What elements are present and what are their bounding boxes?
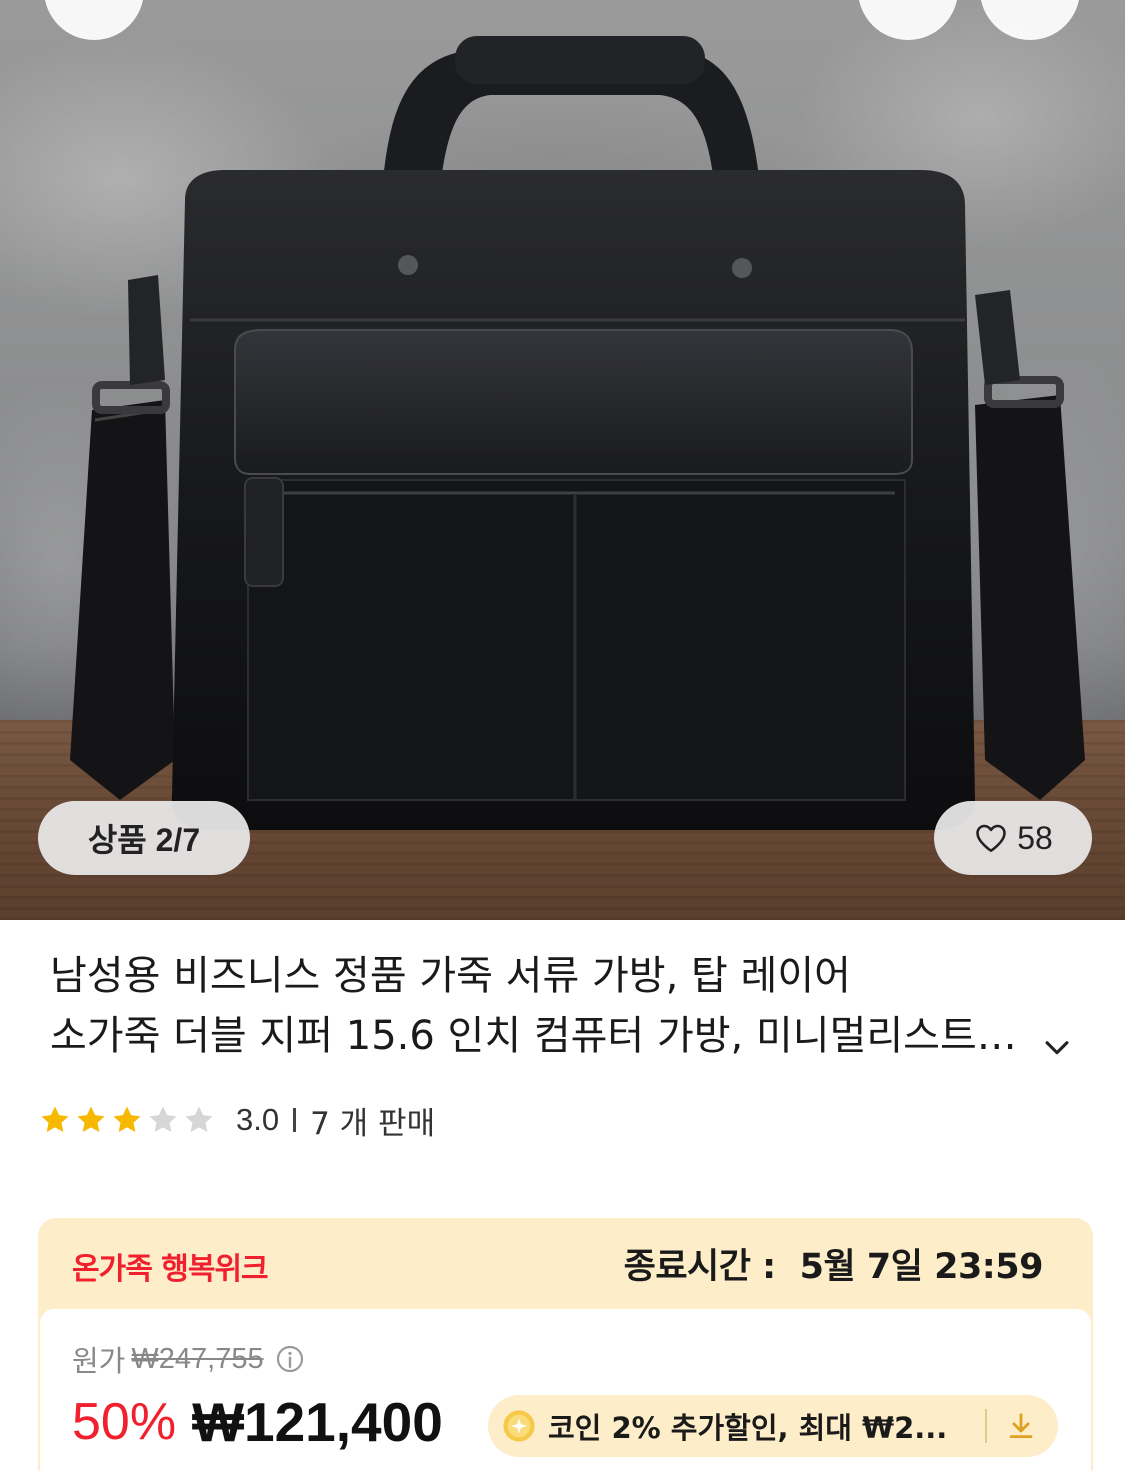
star-icon: [77, 1106, 105, 1133]
coin-discount-button[interactable]: 코인 2% 추가할인, 최대 ₩2...: [488, 1395, 1058, 1457]
original-price-value: ₩247,755: [131, 1342, 264, 1375]
info-icon[interactable]: [274, 1343, 306, 1375]
rating-value: 3.0: [236, 1102, 280, 1137]
rating-row[interactable]: 3.0 7 개 판매: [38, 1098, 435, 1142]
star-icon: [185, 1106, 213, 1133]
chevron-down-icon[interactable]: [1040, 1030, 1074, 1064]
star-icon: [41, 1106, 69, 1133]
star-icon: [149, 1106, 177, 1133]
product-title-line2: 소가죽 더블 지퍼 15.6 인치 컴퓨터 가방, 미니멀리스트 스타일: [50, 1013, 1025, 1059]
promo-end-value: 5월 7일 23:59: [799, 1247, 1044, 1287]
briefcase-photo: [70, 36, 1085, 830]
price-row: 50% ₩121,400: [72, 1390, 443, 1454]
star-icon: [113, 1106, 141, 1133]
discount-percent: 50%: [72, 1393, 177, 1451]
coin-discount-text: 코인 2% 추가할인, 최대 ₩2...: [548, 1411, 948, 1445]
promo-end-time: 종료시간 : 5월 7일 23:59: [623, 1238, 1044, 1289]
rating-divider: [293, 1108, 297, 1132]
promo-end-label: 종료시간 :: [623, 1247, 776, 1287]
product-image[interactable]: 상품 2/7 58: [0, 0, 1125, 920]
sale-price: ₩121,400: [192, 1391, 443, 1453]
heart-outline-icon: [976, 824, 1006, 853]
sold-count: 7 개 판매: [310, 1105, 436, 1142]
like-button[interactable]: 58: [934, 801, 1092, 875]
product-title[interactable]: 남성용 비즈니스 정품 가죽 서류 가방, 탑 레이어 소가죽 더블 지퍼 15…: [50, 946, 1070, 1066]
image-counter-label: 상품 2/7: [87, 822, 201, 858]
coin-chip-divider: [985, 1409, 987, 1443]
original-price-label: 원가: [72, 1344, 126, 1378]
like-count: 58: [1017, 819, 1053, 856]
coin-icon: [503, 1410, 535, 1442]
download-icon: [1009, 1413, 1033, 1439]
image-counter: 상품 2/7: [38, 801, 250, 875]
original-price: 원가 ₩247,755: [72, 1338, 306, 1380]
promo-name: 온가족 행복위크: [72, 1252, 269, 1287]
product-title-line1: 남성용 비즈니스 정품 가죽 서류 가방, 탑 레이어: [50, 953, 851, 999]
star-rating: [38, 1103, 216, 1137]
